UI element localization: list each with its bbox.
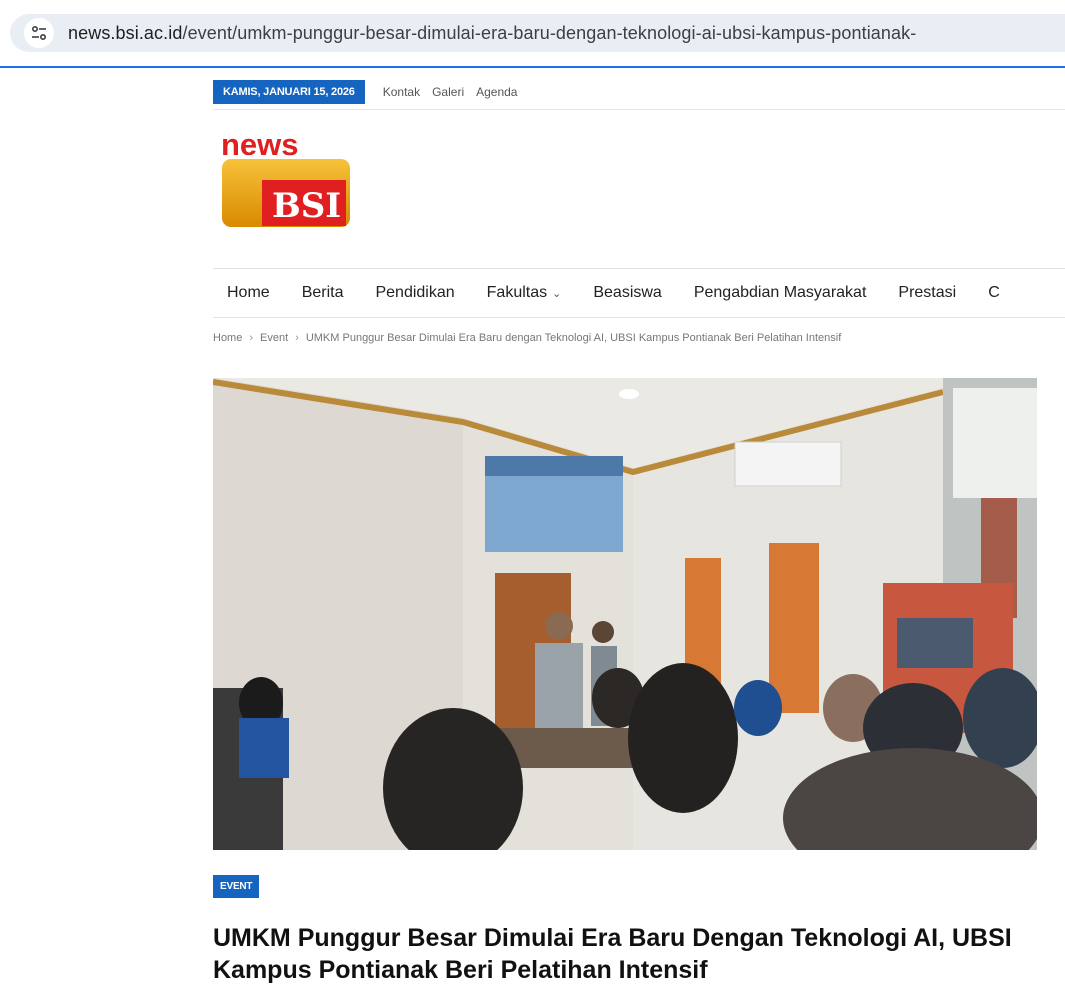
breadcrumb-current: UMKM Punggur Besar Dimulai Era Baru deng…	[305, 332, 842, 344]
nav-label: Pengabdian Masyarakat	[693, 284, 867, 301]
nav-item-beasiswa[interactable]: Beasiswa	[593, 284, 661, 302]
nav-label: C	[988, 284, 1000, 301]
browser-address-bar: news.bsi.ac.id/event/umkm-punggur-besar-…	[0, 0, 1065, 68]
nav-item-fakultas[interactable]: Fakultas ⌄	[487, 284, 562, 302]
category-badge[interactable]: EVENT	[213, 875, 260, 898]
article-title: UMKM Punggur Besar Dimulai Era Baru Deng…	[213, 924, 1012, 984]
nav-label: Pendidikan	[375, 284, 455, 301]
top-bar: KAMIS, JANUARI 15, 2026 Kontak Galeri Ag…	[213, 74, 1065, 110]
breadcrumb-separator: ›	[295, 332, 299, 344]
nav-label: Fakultas	[486, 284, 548, 301]
breadcrumb-home[interactable]: Home	[213, 332, 242, 344]
nav-label: Berita	[301, 284, 344, 301]
tune-icon[interactable]	[24, 18, 54, 48]
site-logo[interactable]: news BSI	[220, 127, 355, 240]
nav-item-truncated[interactable]: C	[988, 284, 1000, 302]
tab-divider	[0, 66, 1065, 68]
top-link-galeri[interactable]: Galeri	[432, 85, 464, 99]
top-link-kontak[interactable]: Kontak	[383, 85, 420, 99]
url-host: news.bsi.ac.id	[68, 22, 183, 43]
main-nav: Home Berita Pendidikan Fakultas ⌄ Beasisw…	[213, 268, 1065, 318]
breadcrumb-event[interactable]: Event	[260, 332, 288, 344]
top-links: Kontak Galeri Agenda	[383, 85, 518, 99]
nav-item-prestasi[interactable]: Prestasi	[898, 284, 956, 302]
url-field[interactable]: news.bsi.ac.id/event/umkm-punggur-besar-…	[10, 14, 1065, 52]
logo-word: news	[221, 128, 299, 162]
breadcrumb-separator: ›	[249, 332, 254, 344]
breadcrumb: Home › Event › UMKM Punggur Besar Dimula…	[213, 332, 841, 344]
top-link-agenda[interactable]: Agenda	[476, 85, 517, 99]
url-text[interactable]: news.bsi.ac.id/event/umkm-punggur-besar-…	[68, 23, 916, 44]
nav-item-berita[interactable]: Berita	[302, 284, 344, 302]
nav-item-home[interactable]: Home	[227, 284, 270, 302]
nav-item-pendidikan[interactable]: Pendidikan	[375, 284, 454, 302]
nav-label: Beasiswa	[593, 284, 662, 301]
chevron-down-icon: ⌄	[552, 287, 562, 300]
featured-image	[213, 378, 1037, 850]
date-badge: KAMIS, JANUARI 15, 2026	[213, 79, 365, 104]
nav-label: Home	[227, 284, 270, 301]
nav-label: Prestasi	[898, 284, 957, 301]
url-path: /event/umkm-punggur-besar-dimulai-era-ba…	[182, 22, 917, 43]
nav-item-pengabdian-masyarakat[interactable]: Pengabdian Masyarakat	[694, 284, 867, 302]
logo-mark: BSI	[272, 186, 341, 226]
news-bsi-logo-image: news BSI	[221, 127, 350, 227]
